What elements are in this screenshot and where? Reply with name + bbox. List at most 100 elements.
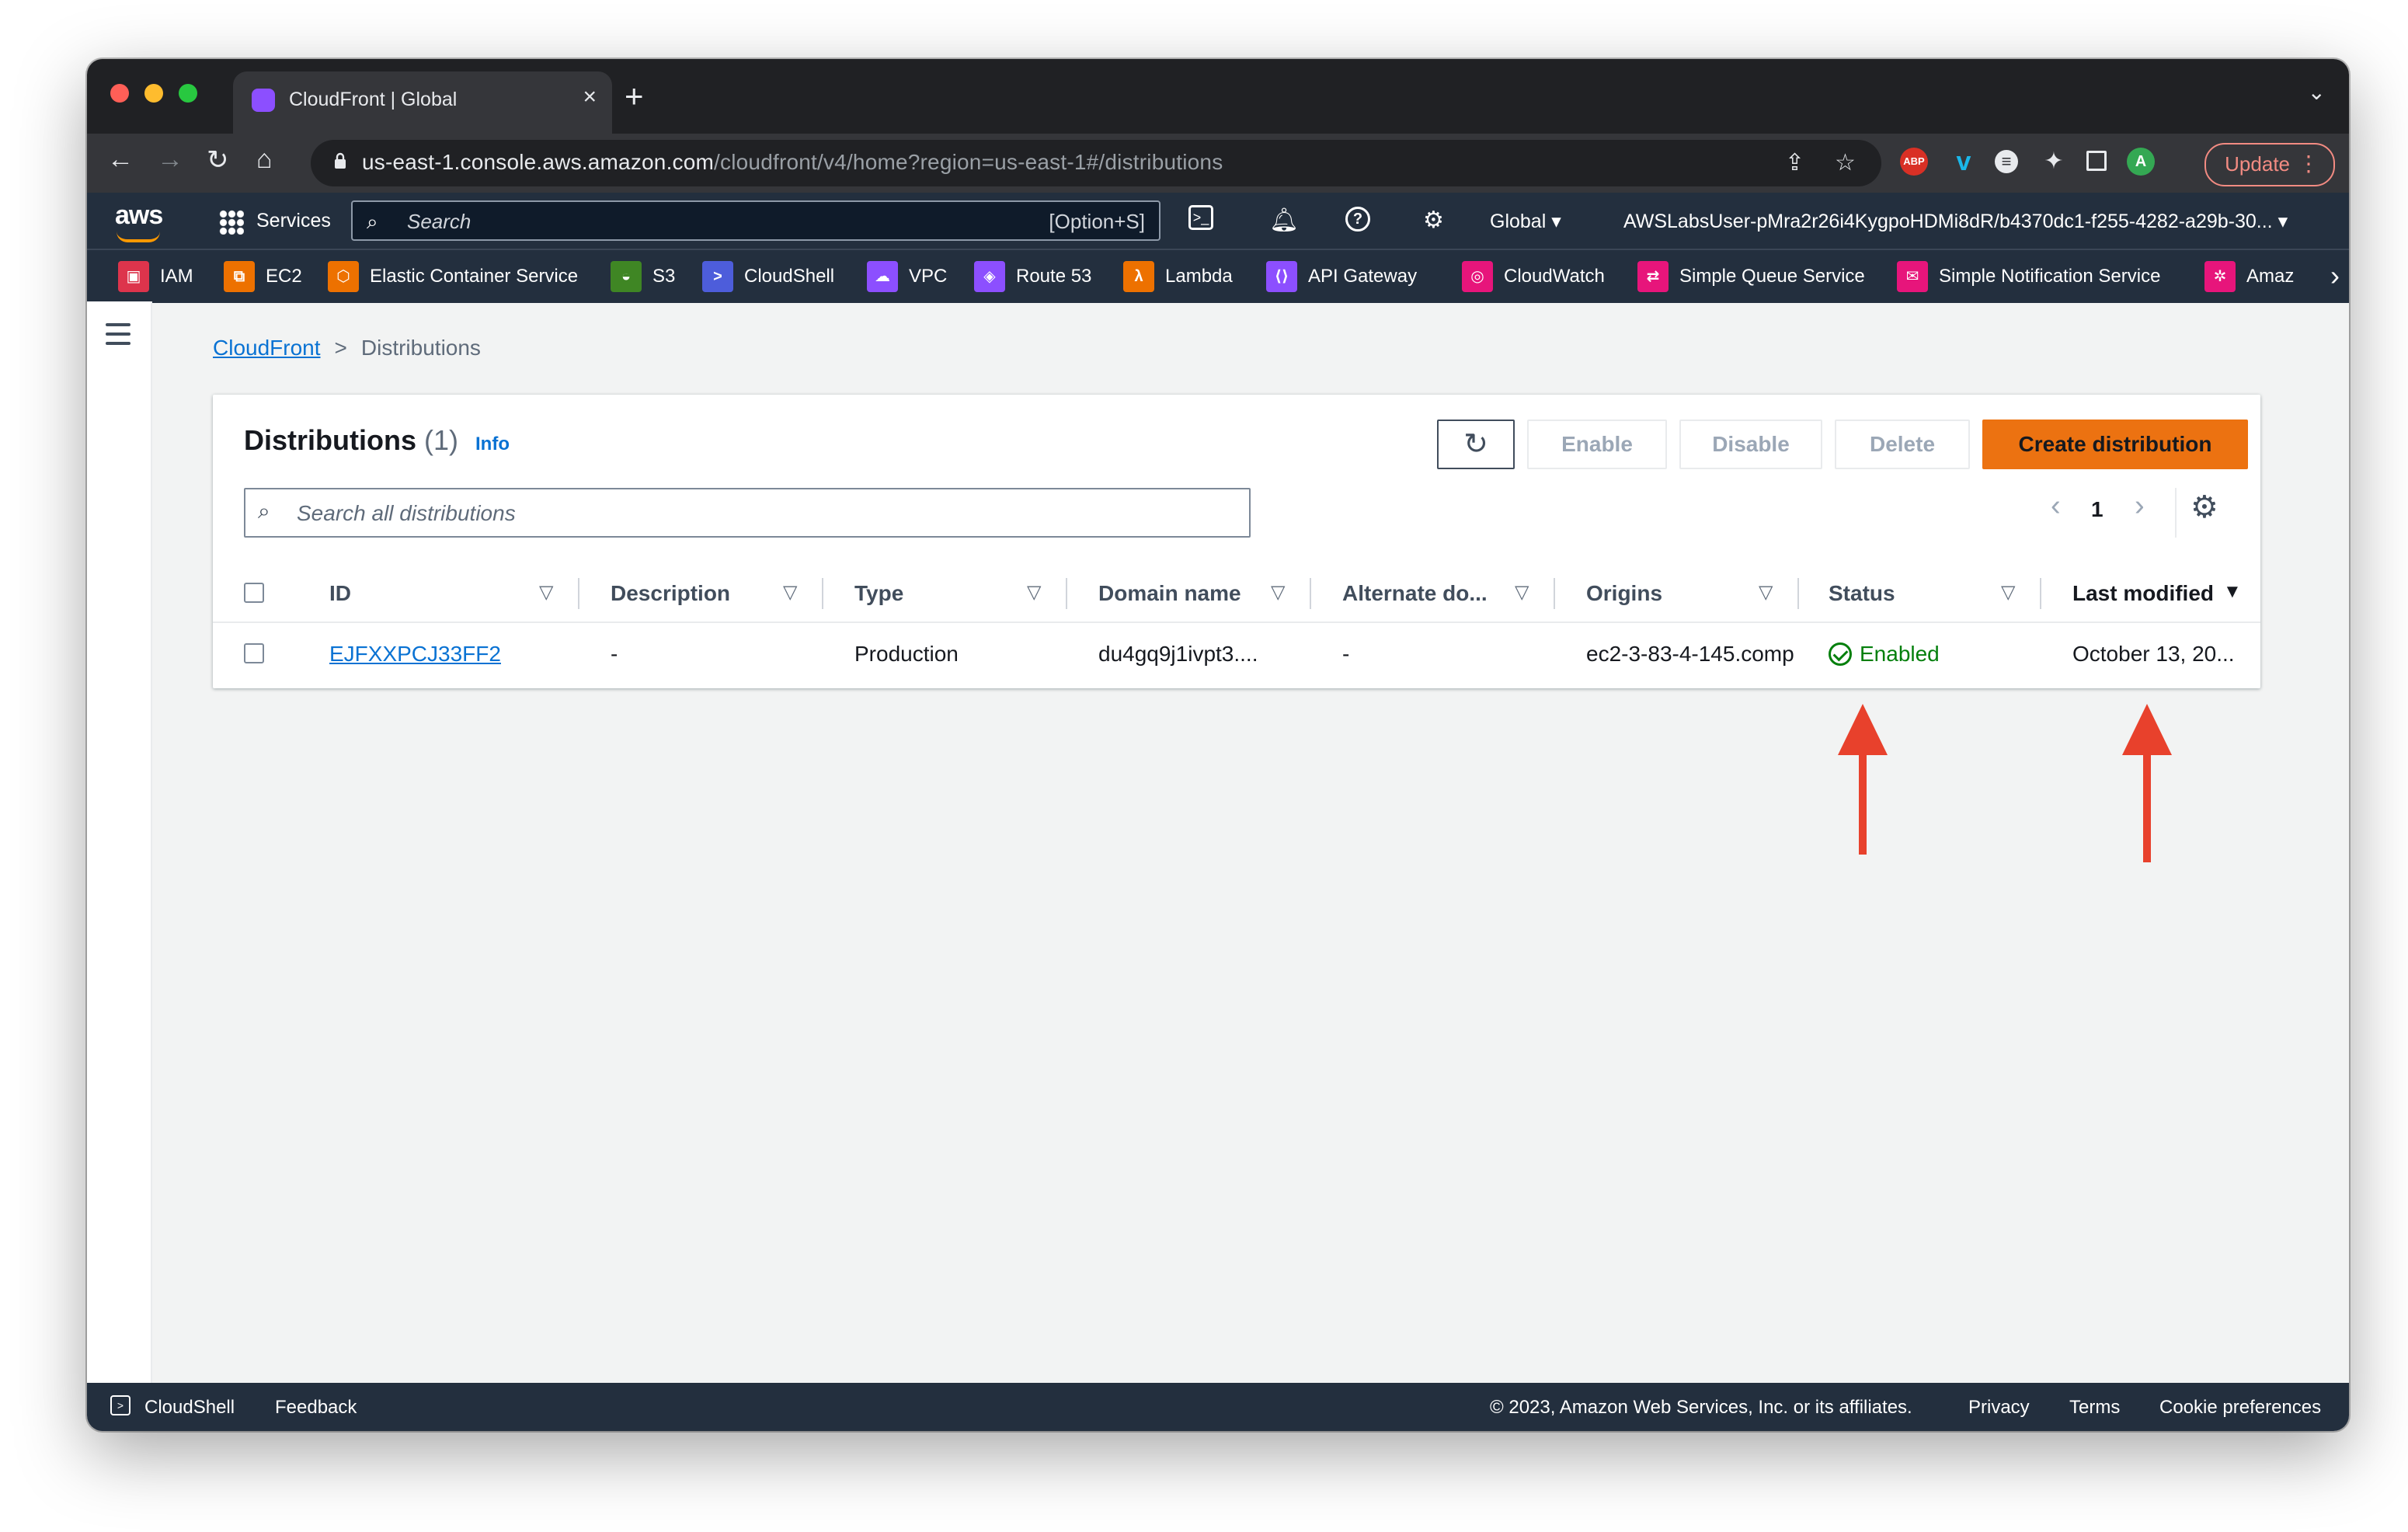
side-navigation-rail (87, 301, 152, 1429)
select-all-checkbox[interactable] (244, 583, 264, 603)
fav-iam[interactable]: ▣ IAM (118, 259, 193, 294)
column-header-type[interactable]: Type (854, 581, 903, 606)
annotation-arrow-status-icon (1838, 704, 1888, 755)
api-gateway-icon: ⟨⟩ (1266, 261, 1297, 292)
pager-divider (2175, 488, 2177, 538)
aws-logo[interactable]: aws (115, 200, 163, 231)
sort-icon[interactable]: ▽ (2001, 581, 2015, 604)
sort-icon[interactable]: ▽ (783, 581, 797, 604)
forward-arrow-icon[interactable]: → (157, 144, 183, 175)
column-header-origins[interactable]: Origins (1586, 581, 1662, 606)
kebab-menu-icon[interactable]: ⋮ (2298, 144, 2319, 183)
row-checkbox[interactable] (244, 643, 264, 663)
fav-sns[interactable]: ✉ Simple Notification Service (1897, 259, 2160, 294)
delete-button[interactable]: Delete (1835, 420, 1970, 469)
address-bar[interactable]: us-east-1.console.aws.amazon.com/cloudfr… (311, 140, 1881, 186)
fav-vpc[interactable]: ☁ VPC (867, 259, 947, 294)
url-text: us-east-1.console.aws.amazon.com/cloudfr… (362, 150, 1223, 174)
footer-terms-link[interactable]: Terms (2069, 1397, 2120, 1419)
column-header-description[interactable]: Description (611, 581, 730, 606)
cloudshell-icon[interactable]: >_ (1188, 205, 1213, 230)
distribution-id-link[interactable]: EJFXXPCJ33FF2 (329, 642, 501, 667)
footer-copyright: © 2023, Amazon Web Services, Inc. or its… (1490, 1397, 1912, 1418)
close-window-button[interactable] (110, 84, 129, 103)
account-menu[interactable]: AWSLabsUser-pMra2r26i4KygpoHDMi8dR/b4370… (1623, 210, 2288, 233)
aws-search-box[interactable]: ⌕ [Option+S] (351, 200, 1161, 241)
share-icon[interactable]: ⇪ (1785, 149, 1804, 176)
enable-button[interactable]: Enable (1527, 420, 1667, 469)
fav-cloudshell[interactable]: > CloudShell (702, 259, 834, 294)
info-link[interactable]: Info (475, 433, 510, 455)
footer-cookie-preferences-link[interactable]: Cookie preferences (2159, 1397, 2321, 1419)
fav-lambda[interactable]: λ Lambda (1123, 259, 1233, 294)
sort-icon[interactable]: ▽ (1271, 581, 1285, 604)
fav-api-gateway[interactable]: ⟨⟩ API Gateway (1266, 259, 1417, 294)
settings-gear-icon[interactable]: ⚙ (1423, 207, 1444, 234)
previous-page-icon[interactable]: ‹ (2051, 489, 2061, 523)
tab-search-chevron-icon[interactable]: ⌄ (2308, 79, 2326, 105)
notifications-bell-icon[interactable]: 🔔︎ (1269, 207, 1299, 234)
fav-amazon-more[interactable]: ✲ Amaz (2204, 259, 2294, 294)
side-panel-icon[interactable] (2086, 151, 2107, 171)
tab-cloudfront[interactable]: CloudFront | Global × (233, 71, 612, 134)
table-preferences-gear-icon[interactable]: ⚙ (2191, 489, 2218, 525)
tab-strip: CloudFront | Global × + ⌄ (87, 59, 2349, 134)
cell-origins: ec2-3-83-4-145.comp (1586, 642, 1794, 666)
new-tab-button[interactable]: + (625, 78, 644, 115)
services-grid-icon[interactable] (219, 210, 244, 235)
column-header-domain-name[interactable]: Domain name (1098, 581, 1241, 606)
fav-sqs[interactable]: ⇄ Simple Queue Service (1637, 259, 1865, 294)
sort-descending-icon[interactable]: ▼ (2223, 581, 2242, 603)
cloudshell-footer-icon[interactable]: > (110, 1395, 130, 1415)
current-page-number[interactable]: 1 (2091, 497, 2104, 522)
footer-cloudshell-link[interactable]: CloudShell (144, 1397, 235, 1419)
breadcrumb-cloudfront-link[interactable]: CloudFront (213, 336, 321, 360)
fav-route53[interactable]: ◈ Route 53 (974, 259, 1091, 294)
fav-ec2[interactable]: ⧉ EC2 (224, 259, 302, 294)
column-header-status[interactable]: Status (1829, 581, 1895, 606)
bookmark-star-icon[interactable]: ☆ (1835, 149, 1856, 176)
menu-extension-icon[interactable]: ≡ (1995, 150, 2018, 173)
column-header-alternate-domain[interactable]: Alternate do... (1342, 581, 1488, 606)
refresh-button[interactable]: ↻ (1437, 420, 1515, 469)
distributions-search-input[interactable] (295, 499, 1230, 528)
fav-cloudwatch[interactable]: ◎ CloudWatch (1462, 259, 1605, 294)
maximize-window-button[interactable] (179, 84, 197, 103)
footer-privacy-link[interactable]: Privacy (1968, 1397, 2030, 1419)
profile-avatar[interactable]: A (2127, 148, 2155, 176)
disable-button[interactable]: Disable (1679, 420, 1822, 469)
cloudshell-fav-icon: > (702, 261, 733, 292)
favorites-scroll-right-icon[interactable]: › (2330, 259, 2340, 292)
column-divider (1554, 578, 1555, 609)
footer-feedback-link[interactable]: Feedback (275, 1397, 357, 1419)
chevron-right-icon: > (334, 336, 347, 360)
update-button[interactable]: Update ⋮ (2204, 143, 2335, 186)
aws-search-input[interactable] (405, 207, 1030, 236)
create-distribution-button[interactable]: Create distribution (1982, 420, 2248, 469)
sort-icon[interactable]: ▽ (1515, 581, 1529, 604)
fav-s3[interactable]: ◒ S3 (611, 259, 675, 294)
tab-close-icon[interactable]: × (583, 84, 597, 110)
services-menu[interactable]: Services (256, 210, 331, 232)
cell-type: Production (854, 642, 959, 666)
column-header-id[interactable]: ID (329, 581, 351, 606)
fav-ecs[interactable]: ⬡ Elastic Container Service (328, 259, 578, 294)
sort-icon[interactable]: ▽ (539, 581, 553, 604)
vimeo-extension-icon[interactable]: v (1950, 148, 1978, 176)
puzzle-extensions-icon[interactable]: ✦ (2040, 148, 2068, 176)
minimize-window-button[interactable] (144, 84, 163, 103)
sort-icon[interactable]: ▽ (1759, 581, 1773, 604)
column-header-last-modified[interactable]: Last modified (2072, 581, 2214, 606)
help-icon[interactable]: ? (1345, 207, 1370, 232)
hamburger-menu-icon[interactable] (106, 323, 130, 351)
sort-icon[interactable]: ▽ (1027, 581, 1041, 604)
region-selector[interactable]: Global ▾ (1490, 210, 1561, 233)
reload-icon[interactable]: ↻ (207, 144, 229, 176)
cell-description: - (611, 642, 618, 666)
lock-icon (335, 152, 346, 169)
home-icon[interactable]: ⌂ (256, 144, 273, 175)
distributions-search-box[interactable]: ⌕ (244, 488, 1251, 538)
next-page-icon[interactable]: › (2135, 489, 2145, 523)
back-arrow-icon[interactable]: ← (107, 144, 134, 175)
adblock-extension-icon[interactable]: ABP (1900, 148, 1928, 176)
